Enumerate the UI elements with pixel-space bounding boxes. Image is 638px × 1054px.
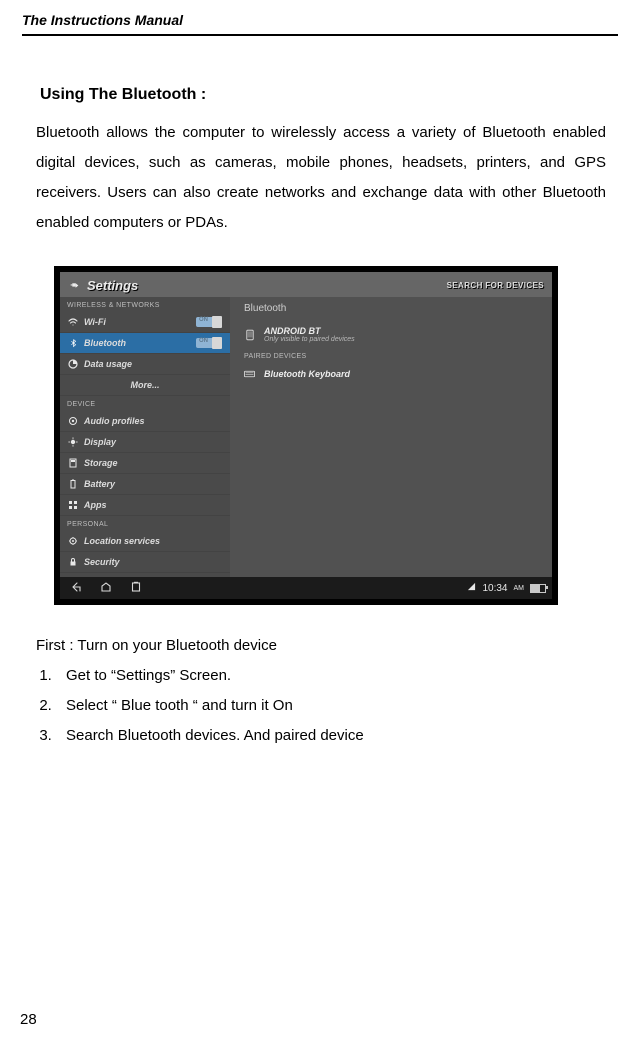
sidebar-item-apps[interactable]: Apps (60, 495, 230, 516)
bluetooth-icon (68, 338, 78, 348)
battery-status-icon (530, 584, 546, 593)
sidebar-item-label: Storage (84, 458, 118, 468)
sidebar-item-label: More... (130, 380, 159, 390)
location-icon (68, 536, 78, 546)
signal-icon (467, 582, 476, 594)
battery-icon (68, 479, 78, 489)
sidebar-item-label: Audio profiles (84, 416, 145, 426)
settings-screenshot: Settings SEARCH FOR DEVICES WIRELESS & N… (54, 266, 558, 605)
clock-ampm: AM (514, 585, 525, 592)
settings-sidebar: WIRELESS & NETWORKS Wi-Fi Bluetooth (60, 297, 230, 577)
nav-recent-icon[interactable] (130, 581, 142, 596)
instruction-step: Get to “Settings” Screen. (56, 661, 606, 691)
sidebar-header-wireless: WIRELESS & NETWORKS (60, 297, 230, 312)
sidebar-item-label: Apps (84, 500, 107, 510)
keyboard-icon (244, 368, 255, 379)
storage-icon (68, 458, 78, 468)
sidebar-item-audio[interactable]: Audio profiles (60, 411, 230, 432)
sidebar-item-security[interactable]: Security (60, 552, 230, 573)
sidebar-header-device: DEVICE (60, 396, 230, 411)
sidebar-item-more[interactable]: More... (60, 375, 230, 396)
instruction-step: Select “ Blue tooth “ and turn it On (56, 691, 606, 721)
display-icon (68, 437, 78, 447)
paired-device-name: Bluetooth Keyboard (264, 369, 350, 379)
sidebar-header-personal: PERSONAL (60, 516, 230, 531)
search-devices-button[interactable]: SEARCH FOR DEVICES (447, 281, 544, 290)
sidebar-item-location[interactable]: Location services (60, 531, 230, 552)
nav-home-icon[interactable] (100, 581, 112, 596)
sidebar-item-label: Wi-Fi (84, 317, 106, 327)
section-intro: Bluetooth allows the computer to wireles… (36, 118, 606, 238)
sidebar-item-label: Display (84, 437, 116, 447)
instruction-step: Search Bluetooth devices. And paired dev… (56, 721, 606, 751)
device-visibility: Only visible to paired devices (264, 336, 355, 343)
sidebar-item-wifi[interactable]: Wi-Fi (60, 312, 230, 333)
header-divider (22, 34, 618, 36)
back-icon[interactable] (68, 279, 81, 292)
main-panel-title: Bluetooth (244, 303, 542, 314)
sidebar-item-bluetooth[interactable]: Bluetooth (60, 333, 230, 354)
sidebar-item-label: Bluetooth (84, 338, 126, 348)
sidebar-item-data-usage[interactable]: Data usage (60, 354, 230, 375)
sidebar-item-battery[interactable]: Battery (60, 474, 230, 495)
device-name: ANDROID BT (264, 326, 355, 336)
bluetooth-toggle[interactable] (196, 338, 222, 348)
sidebar-item-storage[interactable]: Storage (60, 453, 230, 474)
device-row-paired[interactable]: Bluetooth Keyboard (244, 364, 542, 383)
sidebar-item-label: Battery (84, 479, 115, 489)
nav-back-icon[interactable] (70, 581, 82, 596)
audio-icon (68, 416, 78, 426)
sidebar-item-display[interactable]: Display (60, 432, 230, 453)
sidebar-item-label: Data usage (84, 359, 132, 369)
data-usage-icon (68, 359, 78, 369)
wifi-icon (68, 317, 78, 327)
sidebar-item-label: Location services (84, 536, 160, 546)
settings-main-panel: Bluetooth ANDROID BT Only visible to pai… (230, 297, 552, 577)
manual-title: The Instructions Manual (22, 12, 618, 28)
instruction-list: Get to “Settings” Screen. Select “ Blue … (36, 661, 606, 751)
instruction-first-line: First : Turn on your Bluetooth device (36, 631, 606, 661)
screenshot-titlebar: Settings SEARCH FOR DEVICES (60, 272, 552, 297)
phone-icon (244, 329, 255, 340)
section-heading: Using The Bluetooth : (40, 86, 606, 104)
wifi-toggle[interactable] (196, 317, 222, 327)
device-row-self[interactable]: ANDROID BT Only visible to paired device… (244, 322, 542, 347)
apps-icon (68, 500, 78, 510)
screenshot-title: Settings (87, 278, 138, 293)
lock-icon (68, 557, 78, 567)
paired-devices-header: PAIRED DEVICES (244, 353, 542, 360)
page-number: 28 (20, 1011, 37, 1028)
system-bar: 10:34 AM (60, 577, 552, 599)
clock-time: 10:34 (482, 583, 507, 594)
sidebar-item-label: Security (84, 557, 120, 567)
